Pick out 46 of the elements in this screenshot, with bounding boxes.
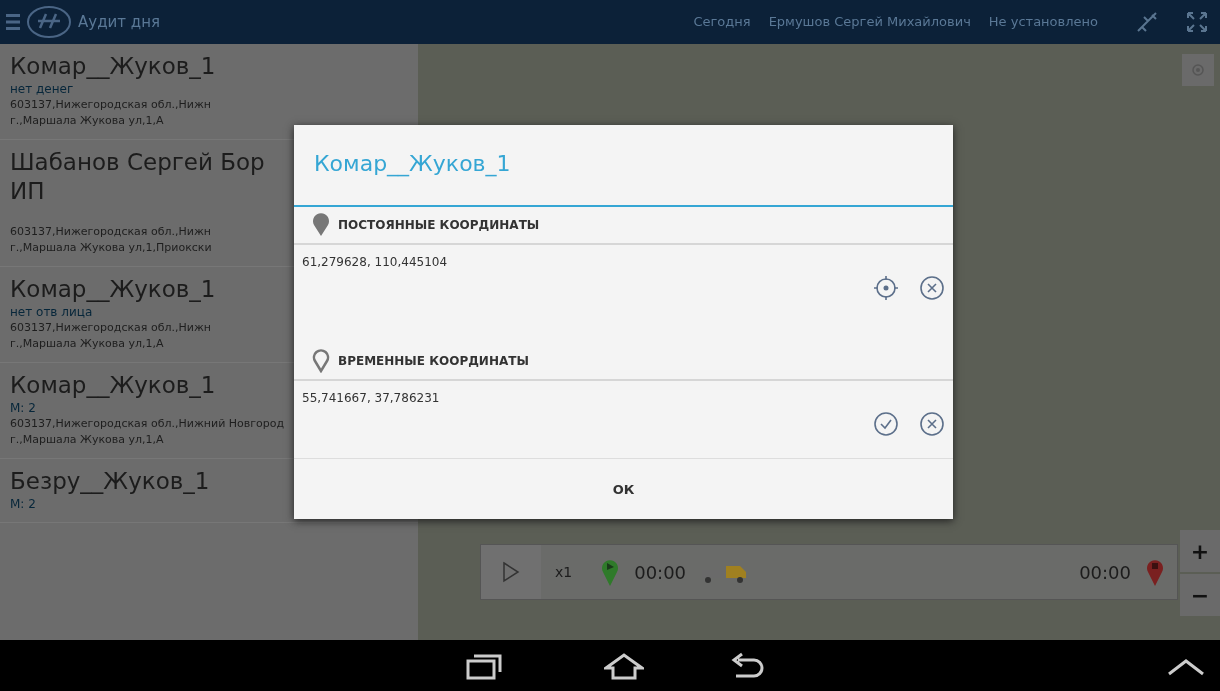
section-heading: ВРЕМЕННЫЕ КООРДИНАТЫ xyxy=(338,354,529,368)
target-icon[interactable] xyxy=(873,275,899,301)
logo-icon xyxy=(26,4,72,40)
end-pin-icon xyxy=(1145,557,1165,587)
filter-dropdown[interactable]: Не установлено xyxy=(986,10,1108,34)
filter-dropdown[interactable]: Сегодня xyxy=(691,10,761,34)
client-address: г.,Маршала Жукова ул,1,Приокски xyxy=(10,240,212,256)
client-address: г.,Маршала Жукова ул,1,А xyxy=(10,113,164,129)
client-note: М: 2 xyxy=(10,496,36,512)
start-pin-icon xyxy=(600,557,621,587)
ok-button[interactable]: ОК xyxy=(294,459,953,519)
client-name[interactable]: Комар__Жуков_1 xyxy=(10,275,216,304)
zoom-button[interactable]: − xyxy=(1180,574,1220,616)
dialog-title: Комар__Жуков_1 xyxy=(294,125,953,207)
client-name[interactable]: Комар__Жуков_1 xyxy=(10,52,216,81)
close-icon[interactable] xyxy=(919,275,945,301)
zoom-button[interactable]: + xyxy=(1180,530,1220,572)
check-icon[interactable] xyxy=(873,411,899,437)
client-address: г.,Маршала Жукова ул,1,А xyxy=(10,432,164,448)
menu-icon[interactable] xyxy=(6,12,20,32)
client-note: нет денег xyxy=(10,81,74,97)
speed-dropdown[interactable]: x1 xyxy=(555,564,587,580)
end-time: 00:00 xyxy=(1079,561,1131,583)
client-name[interactable]: Шабанов Сергей Бор xyxy=(10,148,265,177)
start-time: 00:00 xyxy=(634,561,687,583)
client-note: М: 2 xyxy=(10,400,36,416)
outline-pin-icon xyxy=(312,349,330,373)
close-icon[interactable] xyxy=(919,411,945,437)
client-name[interactable]: ИП xyxy=(10,177,45,206)
home-icon[interactable] xyxy=(604,651,644,680)
client-name[interactable]: Безру__Жуков_1 xyxy=(10,467,210,496)
filled-pin-icon xyxy=(312,213,330,237)
client-address: 603137,Нижегородская обл.,Нижн xyxy=(10,320,212,336)
coordinates-text: 61,279628, 110,445104 xyxy=(302,255,448,269)
coordinates-text: 55,741667, 37,786231 xyxy=(302,391,440,405)
filter-dropdown[interactable]: Ермушов Сергей Михайлович xyxy=(766,10,981,34)
client-name[interactable]: Комар__Жуков_1 xyxy=(10,371,216,400)
client-address: г.,Маршала Жукова ул,1,А xyxy=(10,336,164,352)
client-address: 603137,Нижегородская обл.,Нижн xyxy=(10,224,212,240)
client-note: нет отв лица xyxy=(10,304,93,320)
play-icon xyxy=(502,561,520,583)
client-address: 603137,Нижегородская обл.,Нижн xyxy=(10,97,212,113)
section-heading: ПОСТОЯННЫЕ КООРДИНАТЫ xyxy=(338,218,540,232)
client-address: 603137,Нижегородская обл.,Нижний Новгород xyxy=(10,416,285,432)
app-title: Аудит дня xyxy=(78,13,160,31)
fullscreen-icon[interactable] xyxy=(1186,11,1208,33)
